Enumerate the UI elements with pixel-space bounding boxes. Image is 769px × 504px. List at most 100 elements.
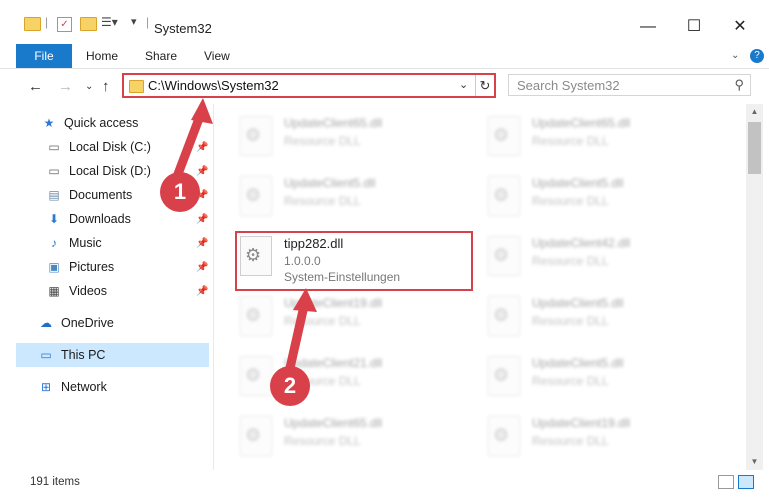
search-icon: ⚲ (734, 77, 744, 92)
large-icons-view-icon[interactable] (738, 475, 754, 489)
minimize-button[interactable]: — (626, 14, 670, 40)
nav-item-label: Local Disk (C:) (69, 140, 151, 154)
nav-item-label: Documents (69, 188, 133, 202)
title-bar: | ✓ ☰▾ ▾ | System32 — ☐ ✕ (0, 0, 769, 44)
nav-item-label: Local Disk (D:) (69, 164, 151, 178)
download-icon: ⬇ (48, 212, 60, 226)
file-item[interactable]: ⚙ UpdateClient65.dll Resource DLL (236, 408, 476, 468)
dll-file-icon: ⚙ (240, 116, 272, 156)
dll-file-icon: ⚙ (488, 236, 520, 276)
file-item[interactable]: ⚙ UpdateClient65.dll Resource DLL (236, 108, 476, 168)
file-name: UpdateClient19.dll (284, 296, 383, 310)
file-description: Resource DLL (532, 434, 609, 448)
step-2-badge: 2 (270, 366, 310, 406)
address-bar[interactable]: C:\Windows\System32 ⌄ ↻ (122, 73, 496, 98)
file-name: tipp282.dll (284, 236, 344, 251)
pin-icon[interactable]: 📌 (196, 286, 208, 297)
file-item[interactable]: ⚙ UpdateClient65.dll Resource DLL (484, 108, 724, 168)
file-item[interactable]: ⚙ UpdateClient5.dll Resource DLL (484, 288, 724, 348)
file-item[interactable]: ⚙ UpdateClient19.dll Resource DLL (236, 288, 476, 348)
music-icon: ♪ (51, 236, 57, 250)
scroll-down-icon[interactable]: ▼ (746, 454, 763, 470)
up-icon[interactable]: ↑ (102, 78, 110, 95)
status-bar: 191 items (0, 470, 769, 496)
scroll-thumb[interactable] (748, 122, 761, 174)
recent-locations-icon[interactable]: ⌄ (85, 81, 93, 92)
pin-icon[interactable]: 📌 (196, 238, 208, 249)
file-item-tipp282[interactable]: ⚙ tipp282.dll 1.0.0.0 System-Einstellung… (236, 228, 476, 288)
dll-file-icon: ⚙ (488, 416, 520, 456)
search-placeholder: Search System32 (517, 78, 620, 93)
file-name: UpdateClient65.dll (284, 416, 383, 430)
file-name: UpdateClient5.dll (284, 176, 376, 190)
dll-file-icon: ⚙ (240, 416, 272, 456)
maximize-button[interactable]: ☐ (672, 14, 716, 40)
close-button[interactable]: ✕ (718, 14, 762, 40)
pin-icon[interactable]: 📌 (196, 262, 208, 273)
file-description: Resource DLL (532, 134, 609, 148)
dll-file-icon: ⚙ (488, 296, 520, 336)
tab-file[interactable]: File (16, 44, 72, 68)
tab-view[interactable]: View (204, 44, 230, 68)
drive-icon: ▭ (48, 140, 60, 154)
properties-icon[interactable]: ✓ (57, 17, 72, 32)
network-icon: ⊞ (40, 380, 52, 394)
dll-file-icon: ⚙ (240, 296, 272, 336)
file-description: System-Einstellungen (284, 270, 401, 284)
nav-item-label: Downloads (69, 212, 131, 226)
tab-share[interactable]: Share (145, 44, 177, 68)
file-item[interactable]: ⚙ UpdateClient42.dll Resource DLL (484, 228, 724, 288)
details-view-icon[interactable] (718, 475, 734, 489)
nav-item-label: Network (61, 380, 107, 394)
separator: | (45, 15, 49, 29)
address-path[interactable]: C:\Windows\System32 (148, 78, 279, 93)
file-name: UpdateClient5.dll (532, 356, 624, 370)
file-version: 1.0.0.0 (284, 254, 321, 268)
file-name: UpdateClient5.dll (532, 176, 624, 190)
cloud-icon: ☁ (40, 316, 52, 330)
chevron-down-icon[interactable]: ⌄ (459, 78, 468, 91)
file-description: Resource DLL (532, 194, 609, 208)
new-folder-icon[interactable] (80, 17, 97, 31)
expand-ribbon-icon[interactable]: ⌄ (731, 44, 739, 68)
dll-file-icon: ⚙ (488, 116, 520, 156)
file-list: ⚙ UpdateClient65.dll Resource DLL ⚙ Upda… (214, 104, 746, 470)
file-name: UpdateClient42.dll (532, 236, 631, 250)
pin-icon[interactable]: 📌 (196, 214, 208, 225)
drive-icon: ▭ (48, 164, 60, 178)
dll-file-icon: ⚙ (488, 176, 520, 216)
dll-file-icon: ⚙ (488, 356, 520, 396)
dll-file-icon: ⚙ (240, 176, 272, 216)
tab-home[interactable]: Home (86, 44, 118, 68)
dll-file-icon: ⚙ (240, 356, 272, 396)
dll-file-icon: ⚙ (240, 236, 272, 276)
pin-icon[interactable]: 📌 (196, 142, 208, 153)
file-name: UpdateClient65.dll (284, 116, 383, 130)
file-item[interactable]: ⚙ UpdateClient19.dll Resource DLL (484, 408, 724, 468)
file-item[interactable]: ⚙ UpdateClient5.dll Resource DLL (484, 348, 724, 408)
file-item[interactable]: ⚙ UpdateClient5.dll Resource DLL (484, 168, 724, 228)
forward-icon[interactable]: → (58, 78, 73, 95)
scroll-up-icon[interactable]: ▲ (746, 104, 763, 120)
back-icon[interactable]: ← (28, 78, 43, 95)
navigation-pane: ★ Quick access ▭ Local Disk (C:) ▭ Local… (0, 104, 214, 470)
refresh-icon[interactable]: ↻ (475, 75, 494, 96)
vertical-scrollbar[interactable]: ▲ ▼ (746, 104, 763, 470)
file-name: UpdateClient19.dll (532, 416, 631, 430)
pin-icon[interactable]: 📌 (196, 166, 208, 177)
star-icon: ★ (43, 116, 55, 130)
help-icon[interactable]: ? (750, 49, 764, 63)
file-description: Resource DLL (532, 314, 609, 328)
nav-item-label: Pictures (69, 260, 115, 274)
quick-access-dropdown-icon[interactable]: ▾ (131, 15, 137, 28)
documents-icon: ▤ (48, 188, 60, 202)
address-row: ← → ⌄ ↑ C:\Windows\System32 ⌄ ↻ Search S… (0, 68, 769, 104)
nav-item-label: Music (69, 236, 102, 250)
search-input[interactable]: Search System32 ⚲ (508, 74, 751, 96)
nav-item-label: This PC (61, 348, 106, 362)
folder-icon (24, 17, 41, 31)
file-description: Resource DLL (284, 434, 361, 448)
customize-toolbar-icon[interactable]: ☰▾ (101, 15, 118, 29)
file-description: Resource DLL (284, 314, 361, 328)
file-item[interactable]: ⚙ UpdateClient5.dll Resource DLL (236, 168, 476, 228)
